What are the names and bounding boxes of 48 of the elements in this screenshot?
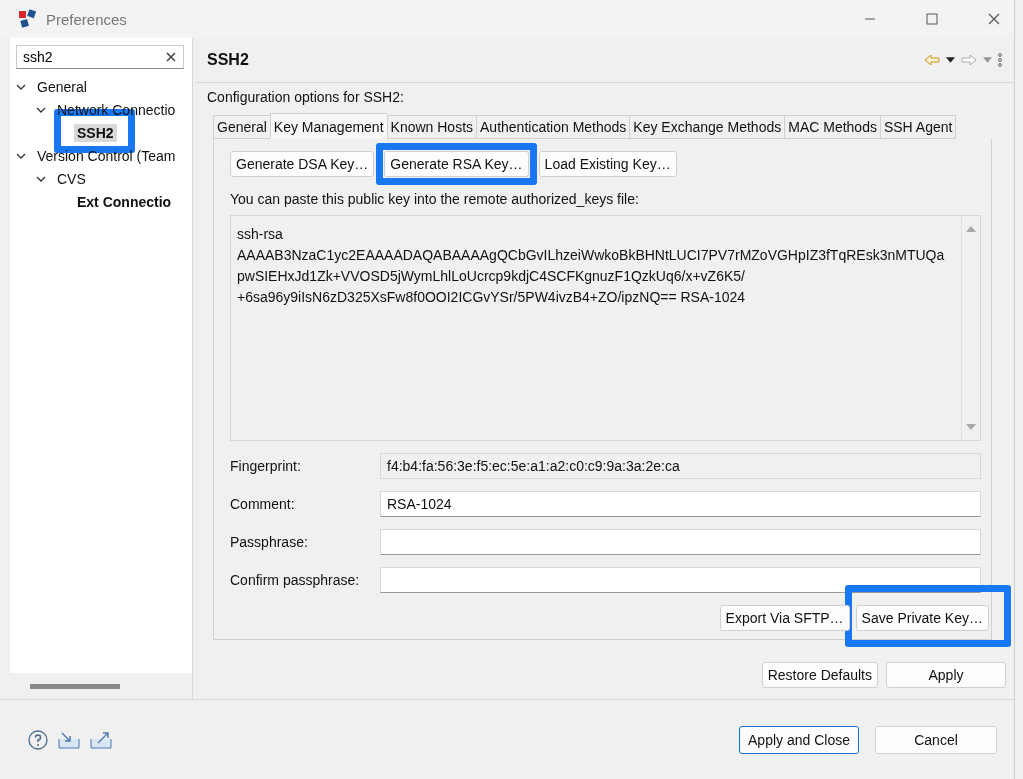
more-options-icon[interactable] [998, 53, 1002, 67]
tree-item[interactable]: SSH2 [74, 123, 117, 142]
clear-icon[interactable] [166, 52, 176, 62]
public-key-area[interactable] [230, 215, 981, 441]
import-icon[interactable] [58, 730, 80, 749]
tree-item[interactable]: General [34, 77, 90, 96]
help-icon[interactable] [28, 729, 48, 750]
tree-item[interactable]: Ext Connectio [74, 192, 175, 211]
field-label: Fingerprint: [230, 458, 302, 474]
page-button[interactable]: Apply [886, 662, 1006, 688]
close-icon[interactable] [988, 13, 1000, 25]
tab[interactable]: Known Hosts [386, 115, 477, 139]
description-text: Configuration options for SSH2: [207, 89, 405, 105]
dialog-button[interactable]: Apply and Close [739, 725, 859, 754]
public-key-text: ssh-rsa AAAAB3NzaC1yc2EAAAADAQABAAAAgQCbGvILhzeiWwkoBkBHNtLUCI7PV7rMZoVGHpIZ3fTqREsk3nMTUQa pwSIEHxJd1Zk+VVOSD5jWymLhlLoUcrcp9kdjC4SCFKgnuzF1QzkUq6/x+vZ6K5/ +6sa96y9iIsN6zD325XsFw8f0OOI2ICGvYSr/5PW4ivzB4+ZO/ipzNQ== RSA-1024 [236, 225, 946, 307]
action-button[interactable]: Export Via SFTP… [719, 605, 850, 631]
input-field[interactable] [380, 567, 981, 593]
tree-item[interactable]: CVS [54, 169, 89, 188]
tab[interactable]: Key Management [269, 113, 387, 139]
scroll-up-icon[interactable] [966, 226, 976, 232]
input-field[interactable]: f4:b4:fa:56:3e:f5:ec:5e:a1:a2:c0:c9:9a:3a:2e:ca [380, 453, 981, 479]
input-field[interactable]: RSA-1024 [380, 491, 981, 517]
field-label: Comment: [230, 496, 296, 512]
key-button[interactable]: Generate RSA Key… [384, 151, 529, 177]
scroll-down-icon[interactable] [966, 424, 976, 430]
hint-text: You can paste this public key into the remote authorized_keys file: [230, 191, 640, 207]
dropdown-caret-icon[interactable] [946, 57, 955, 63]
page-button[interactable]: Restore Defaults [761, 662, 878, 688]
field-label: Confirm passphrase: [230, 572, 361, 588]
page-title: SSH2 [207, 51, 249, 69]
field-label: Passphrase: [230, 534, 309, 550]
tab[interactable]: Authentication Methods [476, 115, 630, 139]
scrollbar-thumb[interactable] [30, 683, 120, 689]
tab[interactable]: MAC Methods [784, 115, 880, 139]
tab[interactable]: Key Exchange Methods [629, 115, 785, 139]
action-button[interactable]: Save Private Key… [855, 605, 989, 631]
filter-field[interactable]: ssh2 [16, 45, 184, 69]
dialog-button[interactable]: Cancel [875, 725, 997, 754]
tab[interactable]: SSH Agent [879, 115, 957, 139]
input-field[interactable] [380, 529, 981, 555]
window-title: Preferences [46, 10, 127, 28]
app-logo-icon [18, 9, 38, 29]
back-arrow-icon[interactable] [924, 54, 940, 66]
key-button[interactable]: Load Existing Key… [538, 151, 677, 177]
tab[interactable]: General [213, 115, 270, 139]
export-icon[interactable] [90, 730, 112, 749]
maximize-icon[interactable] [926, 13, 938, 25]
key-button[interactable]: Generate DSA Key… [230, 151, 375, 177]
